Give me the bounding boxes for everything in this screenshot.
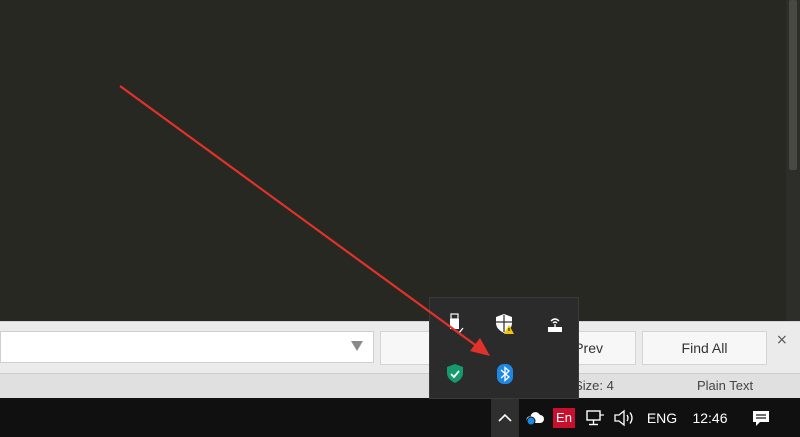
history-dropdown-icon[interactable]	[351, 341, 363, 351]
volume-icon[interactable]	[611, 398, 637, 437]
wifi-router-icon	[548, 318, 562, 332]
cloud-sync-icon	[526, 411, 544, 425]
tray-overflow-flyout	[429, 297, 579, 399]
find-panel: Prev Find All ×	[0, 321, 800, 374]
security-shield-check-icon[interactable]	[443, 362, 467, 386]
show-hidden-icons-button[interactable]	[491, 398, 519, 437]
clock[interactable]: 12:46	[684, 398, 736, 437]
ime-indicator[interactable]: En	[553, 398, 575, 437]
ime-label: En	[556, 410, 572, 425]
scrollbar-thumb[interactable]	[789, 0, 797, 170]
network-icon[interactable]	[583, 398, 607, 437]
speaker-icon	[614, 409, 633, 426]
windows-taskbar: En ENG 12:46	[0, 398, 800, 437]
status-bar: ab Size: 4 Plain Text	[0, 373, 800, 399]
chevron-up-icon	[498, 413, 512, 422]
syntax-indicator[interactable]: Plain Text	[697, 378, 753, 393]
onedrive-sync-icon[interactable]	[522, 398, 548, 437]
action-center-button[interactable]	[744, 398, 778, 437]
find-all-button[interactable]: Find All	[642, 331, 767, 365]
notification-icon	[753, 410, 769, 426]
bluetooth-symbol-icon	[497, 364, 513, 384]
windows-security-warning-icon[interactable]	[493, 312, 517, 336]
usb-drive-icon	[450, 313, 464, 334]
editor-vertical-scrollbar[interactable]	[786, 0, 800, 321]
ethernet-monitor-icon	[586, 409, 604, 425]
find-input[interactable]	[0, 331, 374, 363]
usb-safely-remove-icon[interactable]	[443, 312, 467, 336]
shield-check-icon	[447, 364, 463, 383]
network-router-icon[interactable]	[543, 312, 567, 336]
clock-time: 12:46	[692, 409, 728, 426]
input-language-button[interactable]: ENG	[642, 398, 682, 437]
bluetooth-icon[interactable]	[493, 362, 517, 386]
shield-warning-icon	[496, 314, 514, 334]
language-label: ENG	[646, 409, 678, 426]
editor-area[interactable]	[0, 0, 786, 321]
close-find-button[interactable]: ×	[776, 332, 788, 348]
